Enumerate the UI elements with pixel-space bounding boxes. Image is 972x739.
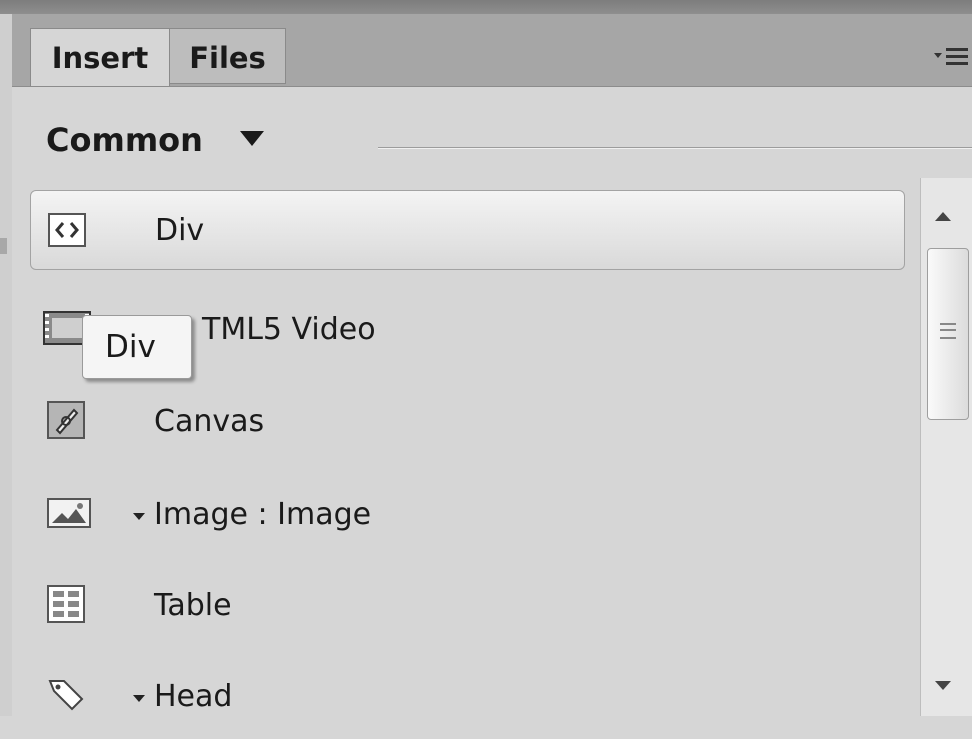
vertical-scrollbar[interactable] bbox=[920, 178, 972, 716]
panel-tab-bar: Insert Files bbox=[12, 14, 972, 87]
head-tag-icon bbox=[46, 673, 86, 713]
list-item-label: Div bbox=[155, 213, 205, 248]
left-edge-mark bbox=[0, 238, 7, 254]
insert-panel: Insert Files Common Div TML5 Video Canva… bbox=[12, 14, 972, 716]
list-item-div[interactable]: Div bbox=[30, 190, 905, 270]
category-selector[interactable]: Common bbox=[12, 87, 972, 187]
panel-options-icon[interactable] bbox=[932, 44, 970, 70]
list-item-head[interactable]: Head bbox=[30, 653, 905, 739]
image-dropdown-icon[interactable] bbox=[133, 513, 145, 520]
insert-item-list: Div TML5 Video Canvas Image: Image Tabl… bbox=[12, 187, 915, 716]
category-label[interactable]: Common bbox=[46, 121, 203, 159]
list-item-label: Table bbox=[154, 588, 232, 623]
canvas-icon bbox=[46, 400, 86, 440]
category-divider bbox=[378, 147, 972, 149]
head-dropdown-icon[interactable] bbox=[133, 695, 145, 702]
list-item-table[interactable]: Table bbox=[30, 562, 905, 648]
image-icon bbox=[46, 493, 92, 533]
list-item-label: Image : Image bbox=[154, 497, 372, 532]
scroll-thumb[interactable] bbox=[927, 248, 969, 420]
table-icon bbox=[46, 584, 86, 624]
list-item-label: Canvas bbox=[154, 404, 265, 439]
div-icon bbox=[47, 210, 87, 250]
category-dropdown-icon[interactable] bbox=[240, 131, 264, 146]
list-item-label: Head bbox=[154, 679, 233, 714]
scroll-up-icon[interactable] bbox=[935, 212, 951, 221]
list-item-label: TML5 Video bbox=[202, 312, 376, 347]
list-item-canvas[interactable]: Canvas bbox=[30, 378, 905, 464]
scroll-down-icon[interactable] bbox=[935, 681, 951, 690]
grip-icon bbox=[940, 323, 956, 339]
tooltip: Div bbox=[82, 315, 192, 379]
tab-files[interactable]: Files bbox=[170, 28, 286, 84]
tab-insert[interactable]: Insert bbox=[30, 28, 170, 86]
window-top-edge bbox=[0, 0, 972, 14]
list-item-image[interactable]: Image : Image bbox=[30, 471, 905, 557]
